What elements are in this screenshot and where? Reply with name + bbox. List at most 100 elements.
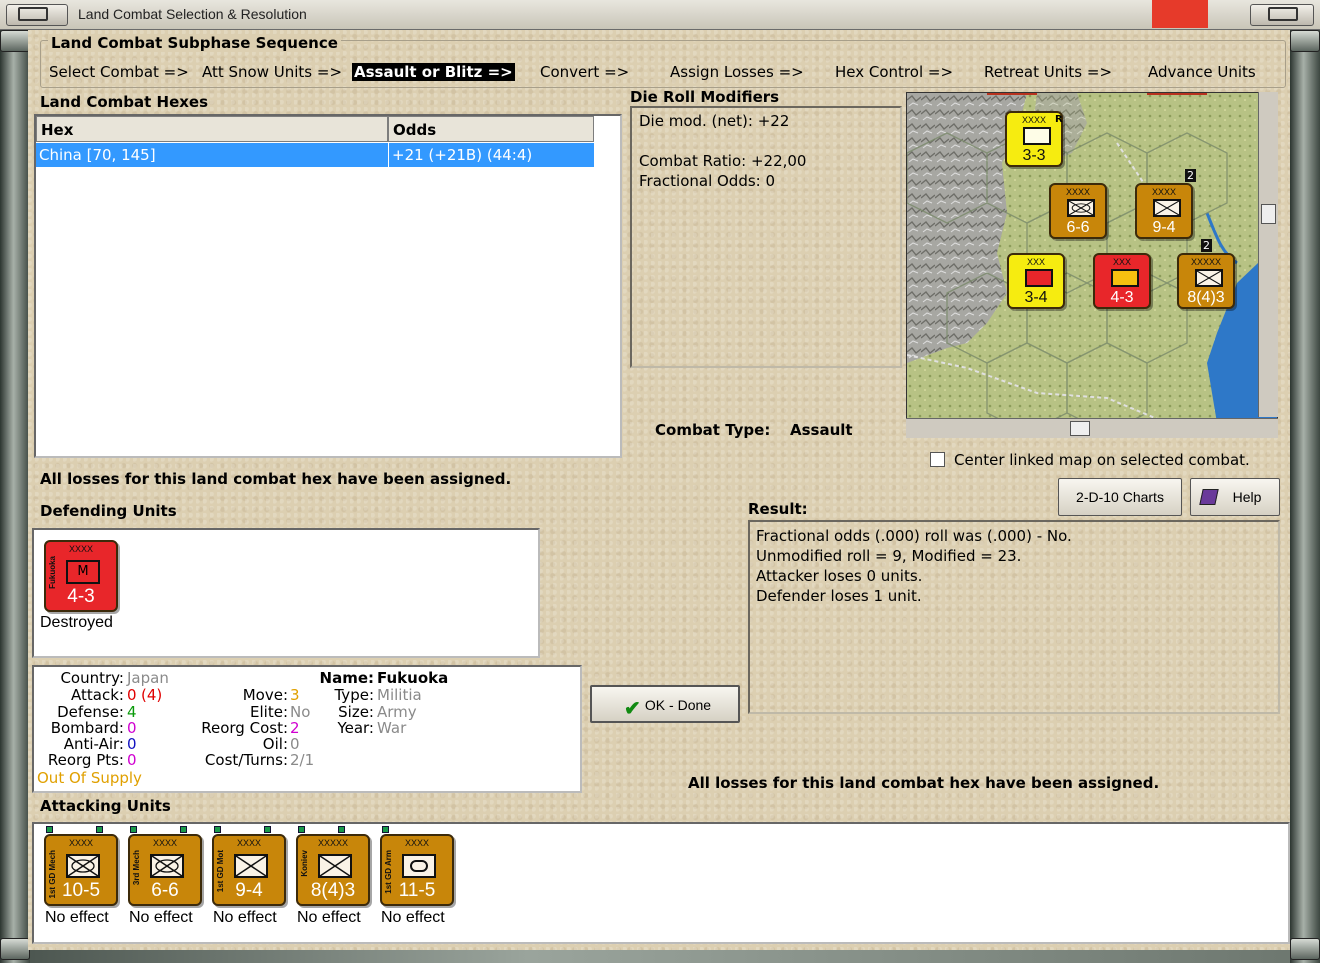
attacking-unit-1st-gd-mot[interactable]: XXXX 1st GD Mot 9-4 bbox=[212, 834, 286, 906]
map-unit-strength: 8(4)3 bbox=[1187, 289, 1225, 306]
unit-status-pip bbox=[130, 826, 137, 833]
attacking-unit-status: No effect bbox=[129, 909, 193, 926]
checkmark-icon: ✔ bbox=[624, 698, 641, 720]
attacking-unit-koniev[interactable]: XXXXX Koniev 8(4)3 bbox=[296, 834, 370, 906]
map-horizontal-scrollbar[interactable] bbox=[906, 418, 1278, 438]
ok-done-label: OK - Done bbox=[644, 697, 712, 713]
cost-turns-label: Cost/Turns: bbox=[204, 751, 288, 769]
vertical-scroll-thumb[interactable] bbox=[1261, 204, 1276, 224]
map-unit-size: XXX bbox=[1026, 257, 1045, 267]
unit-size: XXXXX bbox=[317, 838, 348, 848]
unit-status-pip bbox=[382, 826, 389, 833]
unit-status-pip bbox=[96, 826, 103, 833]
frame-pillar-right bbox=[1290, 30, 1320, 963]
unit-info-panel: Country: Japan Attack: 0 (4) Defense: 4 … bbox=[32, 665, 582, 793]
stack-count-badge: 2 bbox=[1201, 239, 1212, 252]
ok-done-button[interactable]: ✔ OK - Done bbox=[590, 685, 740, 723]
restore-icon bbox=[1268, 7, 1298, 21]
name-value: Fukuoka bbox=[377, 669, 449, 687]
unit-strength: 11-5 bbox=[398, 880, 436, 901]
unit-size: XXXX bbox=[404, 838, 429, 848]
window-icon bbox=[18, 7, 48, 21]
defending-unit-status: Destroyed bbox=[40, 614, 113, 631]
map-unit-strength: 3-3 bbox=[1022, 147, 1046, 164]
seq-step-retreat: Retreat Units => bbox=[984, 63, 1113, 81]
result-line: Attacker loses 0 units. bbox=[756, 567, 923, 585]
unit-status-pip bbox=[214, 826, 221, 833]
center-map-checkbox[interactable] bbox=[930, 452, 945, 467]
help-button[interactable]: Help bbox=[1190, 478, 1280, 516]
cell-odds: +21 (+21B) (44:4) bbox=[392, 146, 533, 164]
map-unit-size: XXXX bbox=[1151, 187, 1176, 197]
motorized-infantry-icon bbox=[1153, 199, 1181, 217]
window-title: Land Combat Selection & Resolution bbox=[78, 6, 307, 22]
result-line: Defender loses 1 unit. bbox=[756, 587, 922, 605]
attacking-unit-1st-gd-mech[interactable]: XXXX 1st GD Mech 10-5 bbox=[44, 834, 118, 906]
linked-map[interactable]: XXXX 3-3 R XXXX 6-6 XXXX 9-4 2 XXX 3-4 X… bbox=[906, 92, 1278, 438]
map-unit-size: XXXX bbox=[1021, 115, 1046, 125]
year-value: War bbox=[377, 719, 407, 737]
map-unit-3rd-mech[interactable]: XXXX 6-6 bbox=[1049, 183, 1107, 239]
mech-infantry-icon bbox=[66, 854, 100, 878]
militia-icon: M bbox=[66, 560, 100, 584]
cell-hex: China [70, 145] bbox=[39, 146, 156, 164]
unit-status-pip bbox=[298, 826, 305, 833]
die-roll-title: Die Roll Modifiers bbox=[630, 88, 780, 106]
close-highlight[interactable] bbox=[1152, 0, 1208, 28]
unit-size: XXXX bbox=[68, 544, 93, 554]
seq-step-assign-losses: Assign Losses => bbox=[670, 63, 804, 81]
charts-button[interactable]: 2-D-10 Charts bbox=[1058, 478, 1182, 516]
unit-name: Koniev bbox=[300, 850, 309, 877]
map-vertical-scrollbar[interactable] bbox=[1258, 92, 1278, 417]
defending-unit-fukuoka[interactable]: XXXX Fukuoka M 4-3 bbox=[44, 540, 118, 612]
map-unit-fukuoka[interactable]: XXX 4-3 bbox=[1093, 253, 1151, 309]
map-unit-1st-gd-mot[interactable]: XXXX 9-4 2 bbox=[1135, 169, 1196, 239]
map-unit-size: XXXXX bbox=[1190, 257, 1221, 267]
map-unit-peking[interactable]: XXXX 3-3 R bbox=[1005, 111, 1063, 167]
country-label: Country: bbox=[60, 669, 124, 687]
frame-cap-bottom-right bbox=[1290, 938, 1320, 960]
defending-title: Defending Units bbox=[40, 502, 177, 520]
attacking-unit-status: No effect bbox=[297, 909, 361, 926]
attacking-unit-3rd-mech[interactable]: XXXX 3rd Mech 6-6 bbox=[128, 834, 202, 906]
horizontal-scroll-thumb[interactable] bbox=[1070, 421, 1090, 436]
result-line: Fractional odds (.000) roll was (.000) -… bbox=[756, 527, 1072, 545]
year-label: Year: bbox=[337, 719, 374, 737]
reorg-pts-label: Reorg Pts: bbox=[47, 751, 124, 769]
mech-infantry-icon bbox=[1067, 199, 1095, 217]
unit-strength: 8(4)3 bbox=[310, 880, 356, 901]
type-value: Militia bbox=[377, 686, 422, 704]
combat-type-label: Combat Type: bbox=[655, 421, 771, 439]
name-label: Name: bbox=[319, 669, 374, 687]
unit-status-pip bbox=[264, 826, 271, 833]
help-button-label: Help bbox=[1232, 489, 1262, 505]
map-unit-strength: 4-3 bbox=[1110, 289, 1134, 306]
unit-strength: 9-4 bbox=[235, 880, 263, 901]
attack-extra-value: (4) bbox=[141, 686, 163, 704]
column-header-hex[interactable]: Hex bbox=[36, 116, 388, 142]
reserve-badge: R bbox=[1055, 114, 1063, 125]
move-label: Move: bbox=[242, 686, 288, 704]
map-unit-strength: 6-6 bbox=[1066, 219, 1090, 236]
country-value: Japan bbox=[127, 669, 169, 687]
attacking-unit-status: No effect bbox=[381, 909, 445, 926]
combat-ratio-text: Combat Ratio: +22,00 bbox=[639, 152, 807, 170]
cell-divider bbox=[388, 143, 389, 167]
hexes-title: Land Combat Hexes bbox=[40, 93, 209, 111]
map-unit-koniev[interactable]: XXXXX 8(4)3 2 bbox=[1177, 239, 1235, 309]
map-unit-cav[interactable]: XXX 3-4 bbox=[1007, 253, 1065, 309]
attacking-unit-1st-gd-arm[interactable]: XXXX 1st GD Arm 11-5 bbox=[380, 834, 454, 906]
unit-size: XXXX bbox=[68, 838, 93, 848]
unit-strength: 6-6 bbox=[151, 880, 179, 901]
losses-message-bottom: All losses for this land combat hex have… bbox=[688, 774, 1160, 792]
center-map-label: Center linked map on selected combat. bbox=[954, 451, 1250, 469]
frame-cap-bottom-left bbox=[0, 938, 30, 960]
result-panel: Fractional odds (.000) roll was (.000) -… bbox=[748, 520, 1280, 714]
seq-step-att-snow: Att Snow Units => bbox=[202, 63, 343, 81]
column-header-odds[interactable]: Odds bbox=[388, 116, 594, 142]
infantry-icon bbox=[318, 854, 352, 878]
supply-status: Out Of Supply bbox=[37, 769, 142, 787]
table-row[interactable]: China [70, 145] +21 (+21B) (44:4) bbox=[36, 143, 594, 167]
seq-step-active-label: Assault or Blitz => bbox=[352, 63, 515, 81]
armor-icon bbox=[402, 854, 436, 878]
